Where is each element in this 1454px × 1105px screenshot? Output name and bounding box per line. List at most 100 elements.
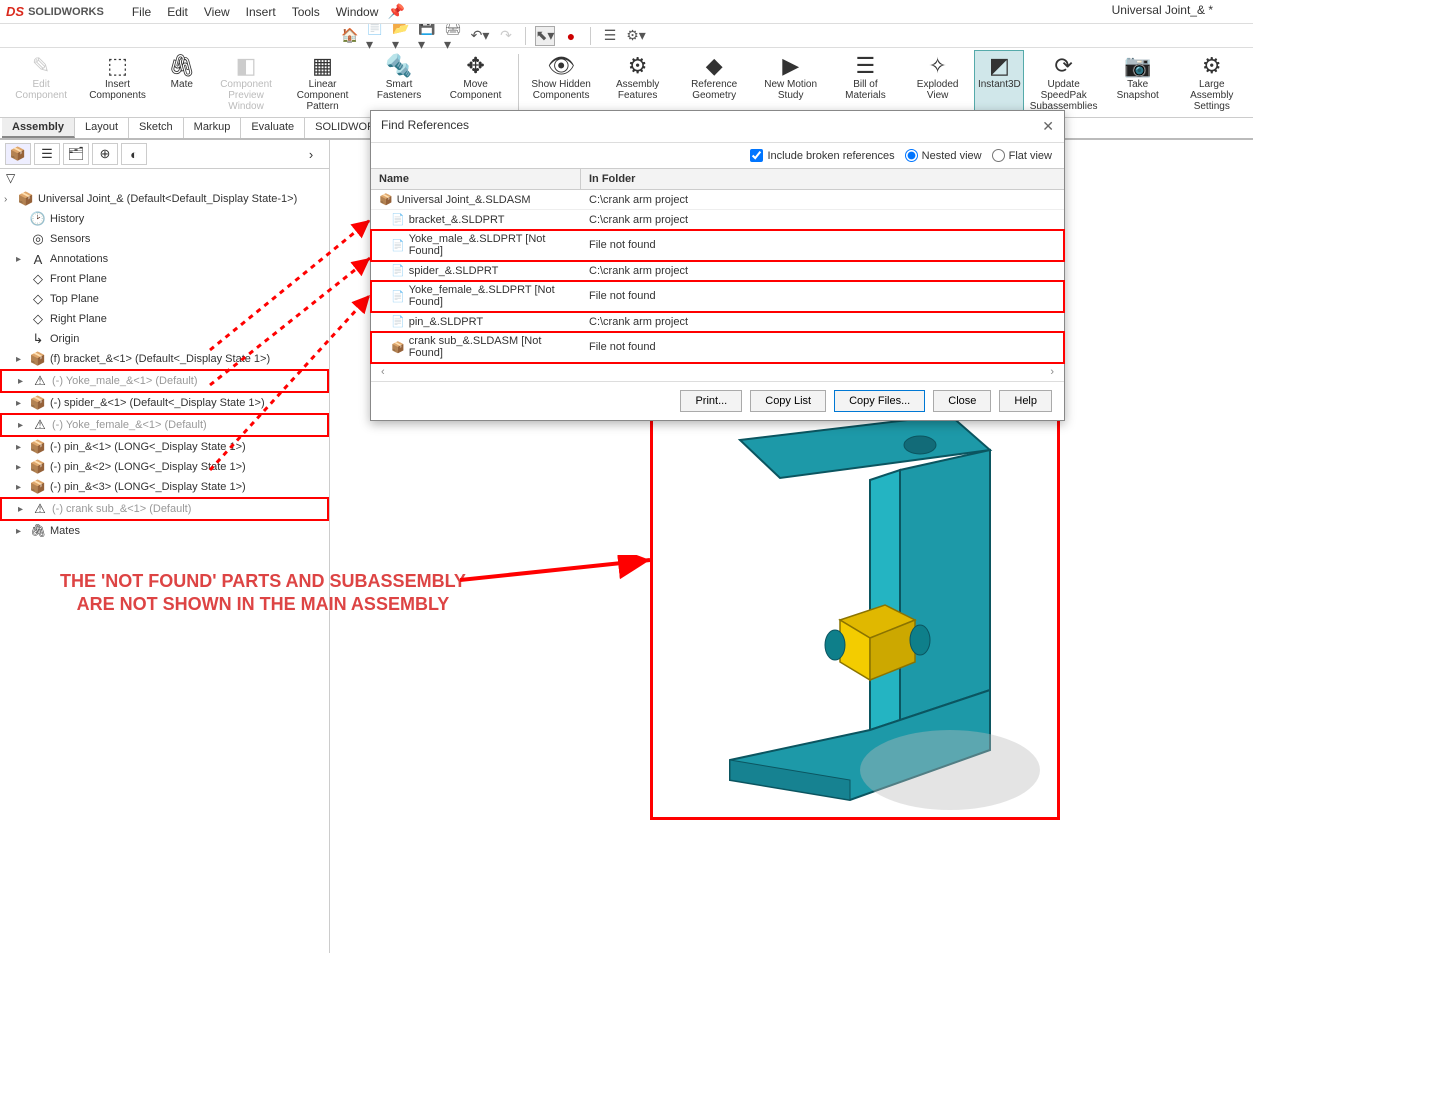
tab-sketch[interactable]: Sketch [129, 118, 184, 138]
print-icon[interactable]: 🖨▾ [444, 26, 464, 46]
close-icon[interactable]: ✕ [1042, 118, 1054, 135]
exploded-view-icon: ✧ [928, 53, 946, 79]
rebuild-icon[interactable]: ● [561, 26, 581, 46]
edit-component-icon: ✎ [32, 53, 50, 79]
bom-button[interactable]: ☰Bill of Materials [830, 50, 901, 115]
command-manager: ✎Edit Component⬚Insert Components🖇Mate◧C… [0, 48, 1253, 118]
tree-item[interactable]: ▸📦(-) pin_&<2> (LONG<_Display State 1>) [0, 457, 329, 477]
tree-item[interactable]: ▸⚠(-) crank sub_&<1> (Default) [0, 497, 329, 521]
menu-tools[interactable]: Tools [284, 3, 328, 21]
menu-file[interactable]: File [124, 3, 159, 21]
fm-tab-props[interactable]: ☰ [34, 143, 60, 165]
update-speedpak-button[interactable]: ⟳Update SpeedPak Subassemblies [1026, 50, 1101, 115]
options-icon[interactable]: ☰ [600, 26, 620, 46]
fm-tab-tree[interactable]: 📦 [5, 143, 31, 165]
table-row[interactable]: 📄spider_&.SLDPRTC:\crank arm project [371, 261, 1064, 281]
exploded-view-button[interactable]: ✧Exploded View [903, 50, 972, 115]
fm-tab-appearance[interactable]: ◐ [121, 143, 147, 165]
new-motion-button[interactable]: ▶New Motion Study [753, 50, 828, 115]
reference-geometry-button[interactable]: ◆Reference Geometry [677, 50, 752, 115]
tab-markup[interactable]: Markup [184, 118, 242, 138]
col-name[interactable]: Name [371, 169, 581, 189]
update-speedpak-icon: ⟳ [1054, 53, 1072, 79]
help-button[interactable]: Help [999, 390, 1052, 412]
tree-item[interactable]: ◇Top Plane [0, 289, 329, 309]
table-scroll[interactable]: ‹› [371, 363, 1064, 381]
tree-root[interactable]: › 📦 Universal Joint_& (Default<Default_D… [0, 189, 329, 209]
table-row[interactable]: 📦Universal Joint_&.SLDASMC:\crank arm pr… [371, 190, 1064, 210]
move-component-button[interactable]: ✥Move Component [438, 50, 513, 115]
table-row[interactable]: 📄bracket_&.SLDPRTC:\crank arm project [371, 210, 1064, 230]
undo-icon[interactable]: ↶▾ [470, 26, 490, 46]
insert-components-icon: ⬚ [107, 53, 128, 79]
large-assembly-button[interactable]: ⚙Large Assembly Settings [1175, 50, 1250, 115]
tab-assembly[interactable]: Assembly [2, 118, 75, 138]
menu-window[interactable]: Window [328, 3, 387, 21]
tab-evaluate[interactable]: Evaluate [241, 118, 305, 138]
tree-item-icon: 📦 [30, 351, 46, 367]
menu-edit[interactable]: Edit [159, 3, 196, 21]
redo-icon[interactable]: ↷ [496, 26, 516, 46]
copy-files-button[interactable]: Copy Files... [834, 390, 925, 412]
tree-item-icon: 📦 [30, 439, 46, 455]
component-preview-icon: ◧ [236, 53, 257, 79]
references-table: Name In Folder 📦Universal Joint_&.SLDASM… [371, 168, 1064, 363]
copy-list-button[interactable]: Copy List [750, 390, 826, 412]
close-button[interactable]: Close [933, 390, 991, 412]
tree-item[interactable]: ◇Front Plane [0, 269, 329, 289]
tab-layout[interactable]: Layout [75, 118, 129, 138]
table-row[interactable]: 📄Yoke_female_&.SLDPRT [Not Found]File no… [371, 281, 1064, 312]
col-folder[interactable]: In Folder [581, 169, 1064, 189]
smart-fasteners-icon: 🔩 [385, 53, 412, 79]
tree-item[interactable]: 🕑History [0, 209, 329, 229]
menu-view[interactable]: View [196, 3, 238, 21]
insert-components-button[interactable]: ⬚Insert Components [80, 50, 155, 115]
take-snapshot-button[interactable]: 📷Take Snapshot [1103, 50, 1173, 115]
save-icon[interactable]: 💾▾ [418, 26, 438, 46]
tree-item[interactable]: ◎Sensors [0, 229, 329, 249]
tree-item[interactable]: ▸📦(-) pin_&<3> (LONG<_Display State 1>) [0, 477, 329, 497]
fm-tab-config[interactable]: 🗂 [63, 143, 89, 165]
pin-icon[interactable]: 📌 [386, 2, 406, 22]
nested-view-radio[interactable]: Nested view [905, 149, 982, 162]
include-broken-checkbox[interactable]: Include broken references [750, 149, 894, 162]
select-icon[interactable]: ⬉▾ [535, 26, 555, 46]
assembly-features-button[interactable]: ⚙Assembly Features [600, 50, 675, 115]
tree-item[interactable]: ▸🖇Mates [0, 521, 329, 541]
dialog-titlebar[interactable]: Find References ✕ [371, 111, 1064, 143]
show-hidden-button[interactable]: 👁Show Hidden Components [524, 50, 599, 115]
fm-filter[interactable]: ▽ [0, 169, 329, 187]
tree-item-icon: ⚠ [32, 501, 48, 517]
tree-item-icon: ◇ [30, 311, 46, 327]
fm-expand-icon[interactable]: › [298, 143, 324, 165]
mate-button[interactable]: 🖇Mate [157, 50, 207, 115]
settings-icon[interactable]: ⚙▾ [626, 26, 646, 46]
annotation-text: THE 'NOT FOUND' PARTS AND SUBASSEMBLY AR… [60, 570, 466, 617]
edit-component-button: ✎Edit Component [4, 50, 78, 115]
home-icon[interactable]: 🏠 [340, 26, 360, 46]
flat-view-radio[interactable]: Flat view [992, 149, 1052, 162]
new-icon[interactable]: 📄▾ [366, 26, 386, 46]
linear-pattern-button[interactable]: ▦Linear Component Pattern [285, 50, 360, 115]
tree-item[interactable]: ◇Right Plane [0, 309, 329, 329]
print-button[interactable]: Print... [680, 390, 742, 412]
tree-item[interactable]: ▸⚠(-) Yoke_male_&<1> (Default) [0, 369, 329, 393]
table-row[interactable]: 📄Yoke_male_&.SLDPRT [Not Found]File not … [371, 230, 1064, 261]
tree-item[interactable]: ▸📦(f) bracket_&<1> (Default<_Display Sta… [0, 349, 329, 369]
tree-item-icon: ◇ [30, 271, 46, 287]
table-row[interactable]: 📄pin_&.SLDPRTC:\crank arm project [371, 312, 1064, 332]
smart-fasteners-button[interactable]: 🔩Smart Fasteners [362, 50, 437, 115]
instant3d-button[interactable]: ◩Instant3D [974, 50, 1024, 115]
table-row[interactable]: 📦crank sub_&.SLDASM [Not Found]File not … [371, 332, 1064, 363]
open-icon[interactable]: 📂▾ [392, 26, 412, 46]
menu-insert[interactable]: Insert [238, 3, 284, 21]
tree-item[interactable]: ▸📦(-) pin_&<1> (LONG<_Display State 1>) [0, 437, 329, 457]
tree-item[interactable]: ▸⚠(-) Yoke_female_&<1> (Default) [0, 413, 329, 437]
component-preview-button: ◧Component Preview Window [209, 50, 284, 115]
take-snapshot-icon: 📷 [1124, 53, 1151, 79]
tree-item-icon: ◎ [30, 231, 46, 247]
fm-tab-display[interactable]: ⊕ [92, 143, 118, 165]
tree-item[interactable]: ↳Origin [0, 329, 329, 349]
tree-item[interactable]: ▸📦(-) spider_&<1> (Default<_Display Stat… [0, 393, 329, 413]
tree-item[interactable]: ▸AAnnotations [0, 249, 329, 269]
